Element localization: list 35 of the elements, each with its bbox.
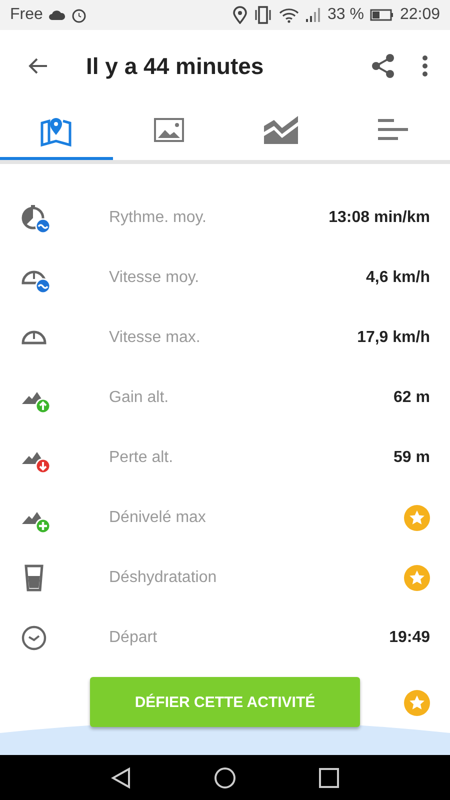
wifi-icon [279,7,300,23]
stat-value: 4,6 km/h [366,269,430,287]
challenge-button[interactable]: DÉFIER CETTE ACTIVITÉ [90,677,360,727]
home-circle-icon [214,766,236,788]
stat-value: 17,9 km/h [357,329,430,347]
stat-label: Départ [109,629,158,647]
clock-time: 22:09 [400,6,440,24]
cloud-icon [48,10,65,20]
more-icon [422,55,428,77]
stat-value: 62 m [394,389,430,407]
stat-label: Dénivelé max [109,509,207,527]
stat-label: Vitesse moy. [109,269,200,287]
area-chart-icon [264,116,298,144]
image-icon [154,118,184,142]
stopwatch-icon [20,202,51,234]
location-icon [233,6,248,24]
battery-icon [370,9,394,21]
stat-label: Vitesse max. [109,329,202,347]
carrier-label: Free [10,6,43,24]
alarm-icon [70,7,87,23]
vibrate-icon [253,6,274,24]
stat-label: Rythme. moy. [109,209,208,227]
signal-icon [305,7,322,23]
recents-square-icon [319,768,339,788]
bars-icon [378,118,410,142]
stat-label: Perte alt. [109,449,174,467]
screen-title: Il y a 44 minutes [86,52,265,80]
battery-percent: 33 % [327,6,364,24]
stat-label: Déshydratation [109,569,218,587]
triangle-back-icon [111,766,131,788]
stat-value: 13:08 min/km [328,209,430,227]
stat-value: 19:49 [389,629,430,647]
stat-label: Gain alt. [109,389,170,407]
stat-value: 59 m [394,449,430,467]
share-icon [370,53,396,79]
